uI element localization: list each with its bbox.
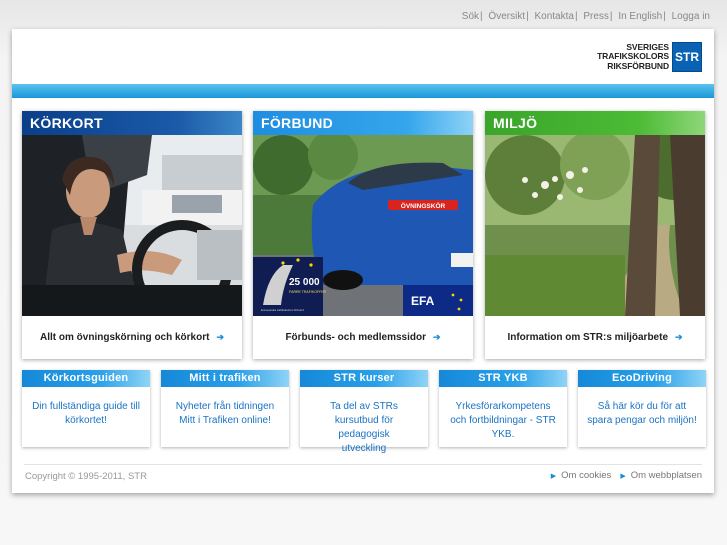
card-link-miljo[interactable]: Information om STR:s miljöarbete ➔: [485, 316, 705, 359]
card-title-forbund[interactable]: FÖRBUND: [253, 111, 473, 135]
box-text[interactable]: Ta del av STRs kursutbud för pedagogisk …: [300, 387, 428, 456]
box-text[interactable]: Yrkesförarkompetens och fortbildningar -…: [439, 387, 567, 442]
box-korkortsguiden[interactable]: Körkortsguiden Din fullständiga guide ti…: [22, 370, 150, 447]
box-str-ykb[interactable]: STR YKB Yrkesförarkompetens och fortbild…: [439, 370, 567, 447]
nav-sok[interactable]: Sök: [462, 11, 479, 22]
triangle-right-icon: ▶: [620, 473, 626, 480]
nav-separator: |: [480, 11, 483, 22]
copyright-text: Copyright © 1995-2011, STR: [25, 471, 147, 482]
badge-number: 25 000: [289, 277, 320, 288]
badge-sub: Europeiska trafikskolors förbund: [261, 308, 304, 312]
nav-logga-in[interactable]: Logga in: [672, 11, 710, 22]
box-str-kurser[interactable]: STR kurser Ta del av STRs kursutbud för …: [300, 370, 428, 454]
footer-divider: [24, 464, 702, 465]
card-link-label: Förbunds- och medlemssidor: [285, 332, 427, 343]
nav-kontakta[interactable]: Kontakta: [534, 11, 573, 22]
arrow-right-icon: ➔: [216, 332, 224, 342]
forbund-photo[interactable]: ÖVNINGSKÖR 25 000 FÄRRE TRAFIKOFFER Euro…: [253, 135, 473, 316]
miljo-photo[interactable]: [485, 135, 705, 316]
logo-mark: STR: [672, 42, 702, 72]
nav-separator: |: [663, 11, 666, 22]
card-link-label: Allt om övningskörning och körkort: [40, 332, 210, 343]
card-title-miljo[interactable]: MILJÖ: [485, 111, 705, 135]
card-forbund: FÖRBUND ÖVNINGSKÖR 25 000 FÄRRE TRAFIKOF…: [253, 111, 473, 359]
box-text[interactable]: Så här kör du för att spara pengar och m…: [578, 387, 706, 428]
box-text[interactable]: Nyheter från tidningen Mitt i Trafiken o…: [161, 387, 289, 428]
nav-oversikt[interactable]: Översikt: [488, 11, 525, 22]
card-link-forbund[interactable]: Förbunds- och medlemssidor ➔: [253, 316, 473, 359]
str-logo[interactable]: SVERIGES TRAFIKSKOLORS RIKSFÖRBUND STR: [597, 41, 702, 73]
card-link-label: Information om STR:s miljöarbete: [507, 332, 669, 343]
top-navigation: Sök| Översikt| Kontakta| Press| In Engli…: [462, 11, 710, 22]
box-text[interactable]: Din fullständiga guide till körkortet!: [22, 387, 150, 428]
arrow-right-icon: ➔: [433, 332, 441, 342]
box-ecodriving[interactable]: EcoDriving Så här kör du för att spara p…: [578, 370, 706, 447]
logo-line: RIKSFÖRBUND: [607, 60, 669, 71]
car-sign-text: ÖVNINGSKÖR: [401, 201, 446, 210]
box-title[interactable]: STR kurser: [300, 370, 428, 387]
triangle-right-icon: ▶: [550, 473, 557, 480]
korkort-photo[interactable]: [22, 135, 242, 316]
box-mitt-i-trafiken[interactable]: Mitt i trafiken Nyheter från tidningen M…: [161, 370, 289, 447]
box-title[interactable]: Mitt i trafiken: [161, 370, 289, 387]
arrow-right-icon: ➔: [675, 332, 683, 342]
nav-press[interactable]: Press: [583, 11, 609, 22]
box-title[interactable]: EcoDriving: [578, 370, 706, 387]
box-title[interactable]: STR YKB: [439, 370, 567, 387]
main-page: SVERIGES TRAFIKSKOLORS RIKSFÖRBUND STR K…: [12, 29, 714, 493]
card-miljo: MILJÖ Information om STR:s miljöarbete ➔: [485, 111, 705, 359]
footer-link-webbplatsen[interactable]: Om webbplatsen: [631, 470, 702, 481]
header-blue-bar: [12, 84, 714, 98]
badge-caption: FÄRRE TRAFIKOFFER: [289, 290, 327, 294]
nav-separator: |: [526, 11, 529, 22]
nav-in-english[interactable]: In English: [618, 11, 662, 22]
footer-link-cookies[interactable]: Om cookies: [561, 470, 611, 481]
logo-text: SVERIGES TRAFIKSKOLORS RIKSFÖRBUND: [597, 42, 669, 72]
card-link-korkort[interactable]: Allt om övningskörning och körkort ➔: [22, 316, 242, 359]
box-title[interactable]: Körkortsguiden: [22, 370, 150, 387]
efa-logo-text: EFA: [411, 294, 435, 308]
nav-separator: |: [609, 11, 613, 22]
nav-separator: |: [574, 11, 578, 22]
footer-links: ▶ Om cookies ▶ Om webbplatsen: [551, 470, 702, 481]
card-korkort: KÖRKORT Allt om övningskörning och körko…: [22, 111, 242, 359]
card-title-korkort[interactable]: KÖRKORT: [22, 111, 242, 135]
